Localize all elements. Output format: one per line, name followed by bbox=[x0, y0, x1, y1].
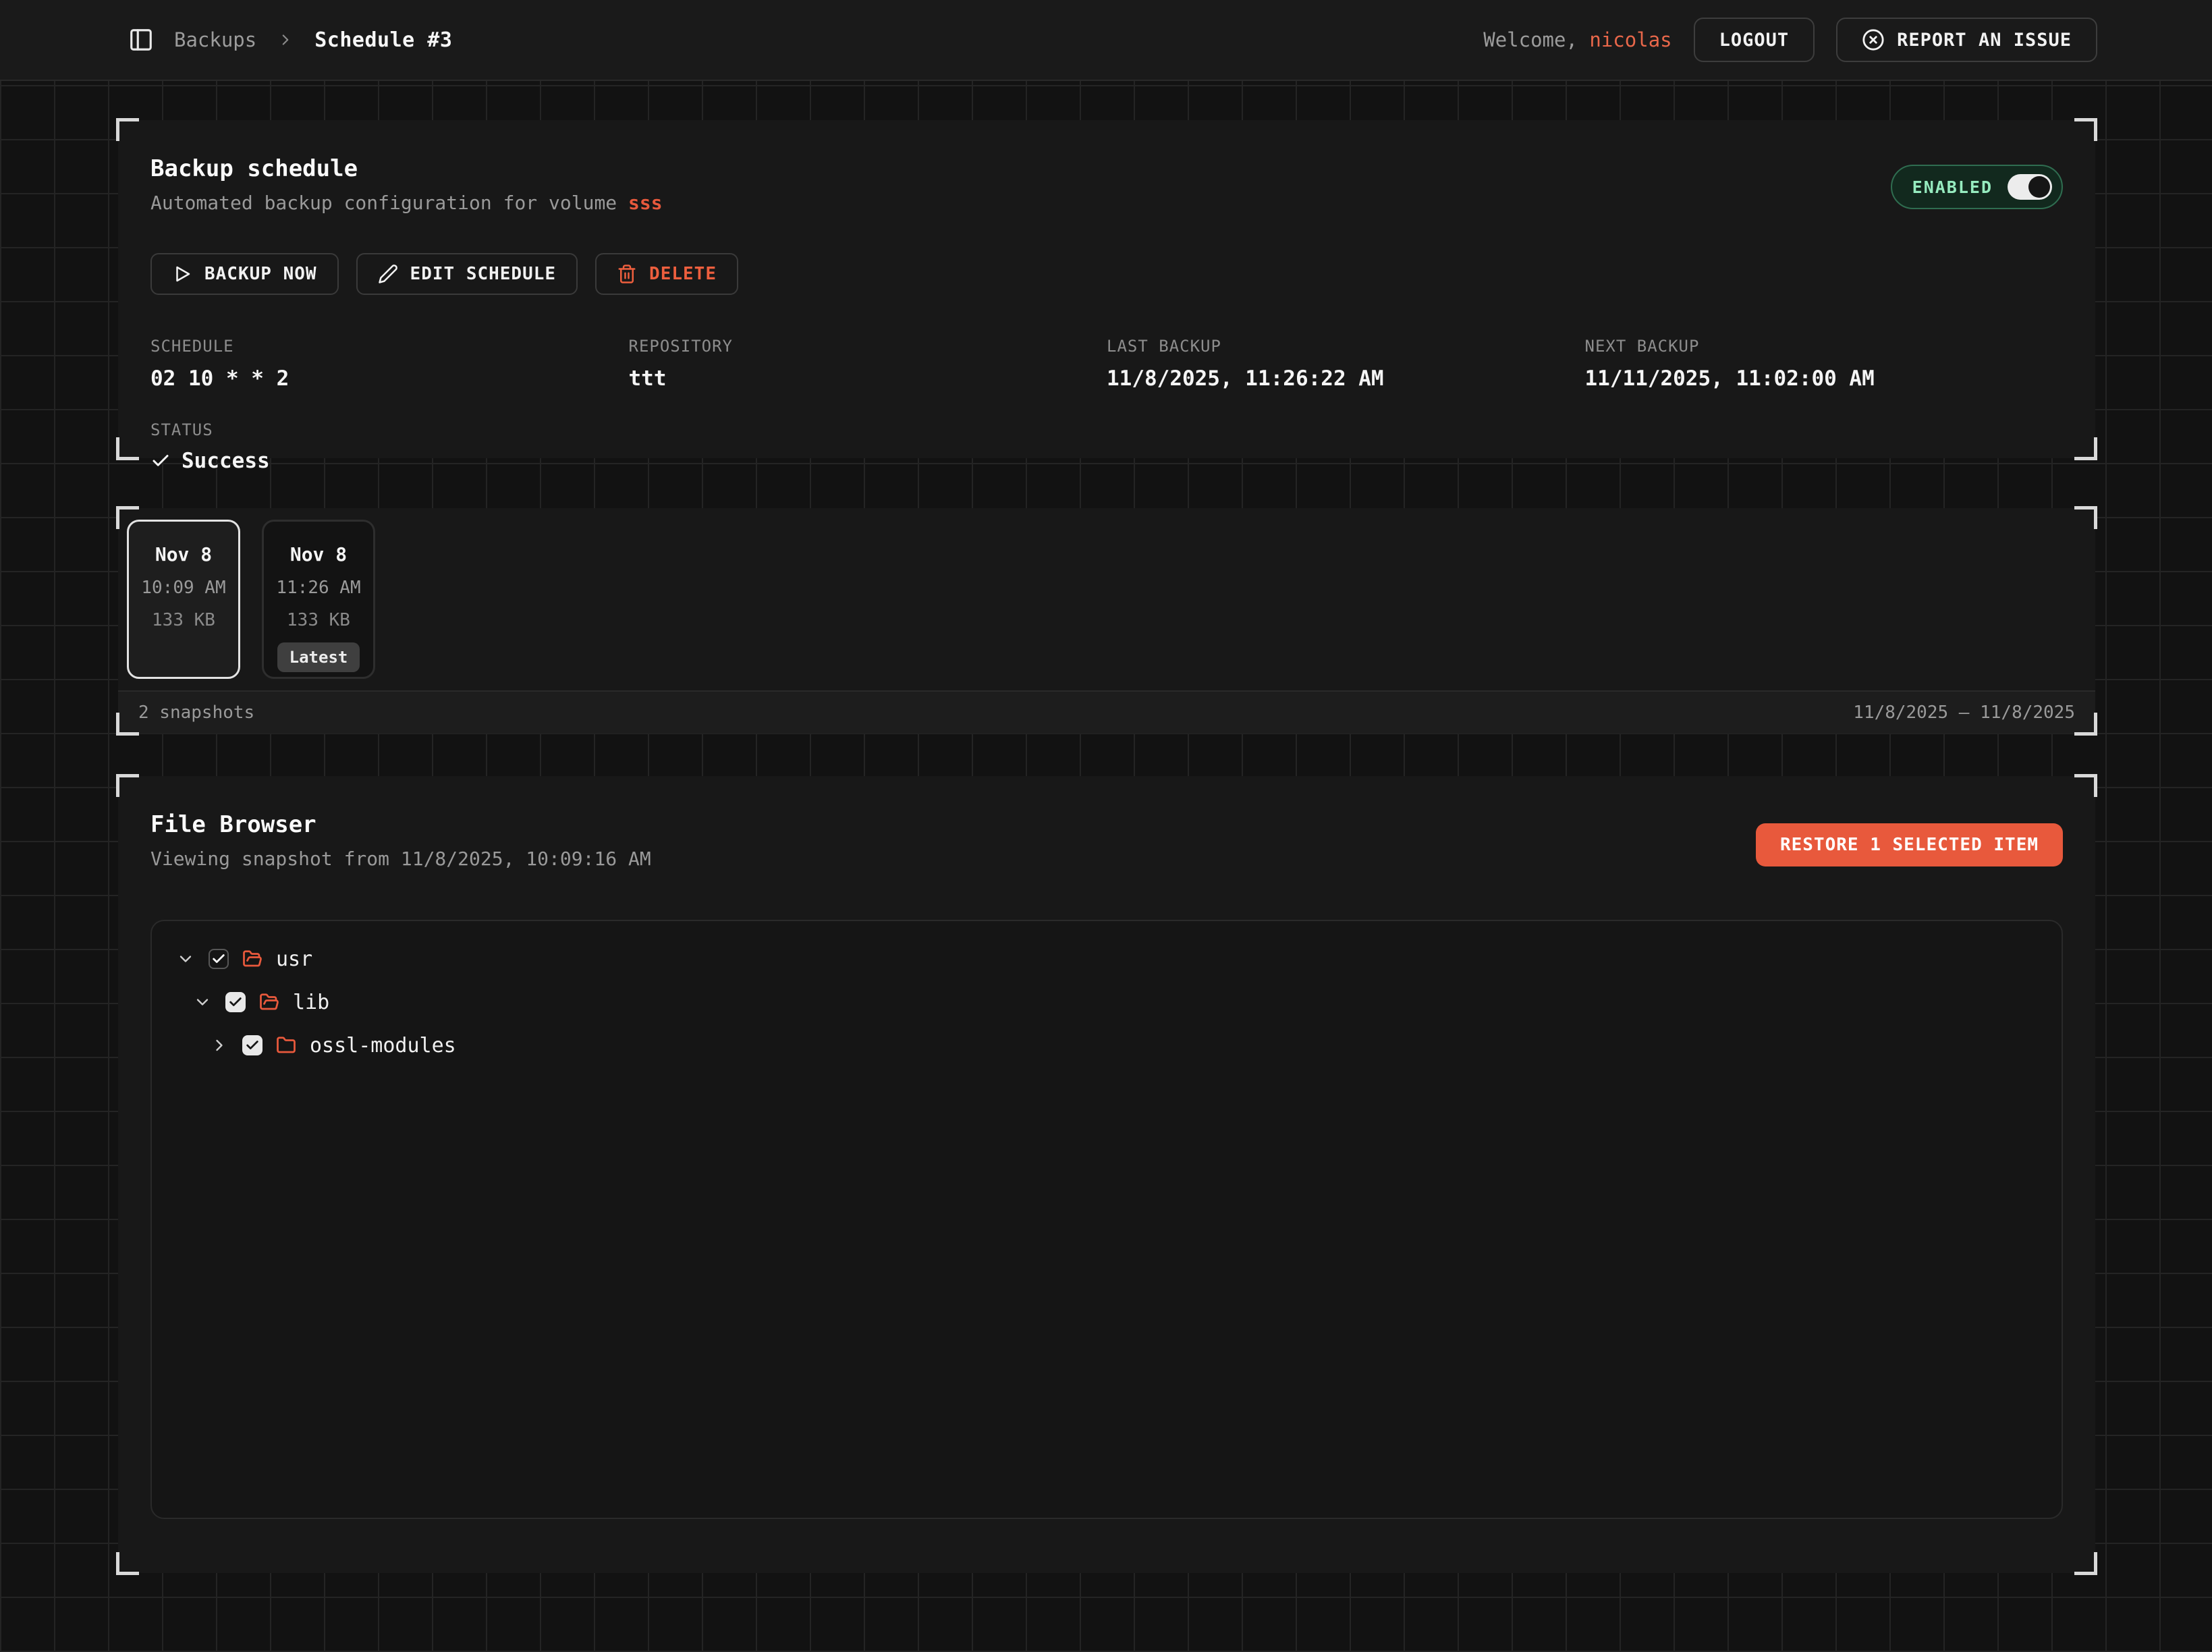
field-next-backup: NEXT BACKUP 11/11/2025, 11:02:00 AM bbox=[1585, 337, 2064, 391]
delete-button[interactable]: DELETE bbox=[595, 253, 738, 295]
field-value: 11/11/2025, 11:02:00 AM bbox=[1585, 366, 2064, 391]
field-last-backup: LAST BACKUP 11/8/2025, 11:26:22 AM bbox=[1107, 337, 1585, 391]
restore-selected-label: RESTORE 1 SELECTED ITEM bbox=[1780, 835, 2039, 855]
breadcrumb: Backups Schedule #3 bbox=[128, 27, 452, 53]
welcome-prefix: Welcome, bbox=[1483, 28, 1589, 51]
snapshot-count: 2 snapshots bbox=[138, 703, 254, 723]
card-title: Backup schedule bbox=[150, 155, 663, 182]
enabled-toggle-pill[interactable]: ENABLED bbox=[1891, 165, 2063, 209]
enabled-label: ENABLED bbox=[1912, 177, 1993, 197]
switch-knob bbox=[2028, 176, 2050, 198]
snapshot-size: 133 KB bbox=[287, 610, 350, 630]
folder-open-icon bbox=[242, 949, 262, 969]
corner-bracket bbox=[2074, 437, 2097, 460]
field-label: SCHEDULE bbox=[150, 337, 629, 356]
tree-item-name: ossl-modules bbox=[310, 1034, 456, 1057]
checkbox-checked[interactable] bbox=[242, 1035, 262, 1055]
backup-now-button[interactable]: BACKUP NOW bbox=[150, 253, 339, 295]
restore-selected-button[interactable]: RESTORE 1 SELECTED ITEM bbox=[1756, 823, 2063, 866]
field-label: NEXT BACKUP bbox=[1585, 337, 2064, 356]
main-content: Backup schedule Automated backup configu… bbox=[0, 81, 2212, 1652]
pencil-icon bbox=[378, 264, 398, 284]
snapshot-list: Nov 8 10:09 AM 133 KB Nov 8 11:26 AM 133… bbox=[118, 508, 2095, 690]
card-subtitle: Automated backup configuration for volum… bbox=[150, 192, 663, 214]
welcome-text: Welcome, nicolas bbox=[1483, 28, 1671, 51]
breadcrumb-current-page: Schedule #3 bbox=[314, 28, 452, 52]
status-label: STATUS bbox=[150, 420, 2063, 439]
folder-open-icon bbox=[259, 992, 279, 1012]
field-label: REPOSITORY bbox=[629, 337, 1107, 356]
tree-item-name: usr bbox=[276, 947, 312, 971]
chevron-right-icon bbox=[277, 31, 294, 49]
chevron-down-icon[interactable] bbox=[193, 993, 212, 1012]
volume-name: sss bbox=[628, 192, 663, 214]
field-label: LAST BACKUP bbox=[1107, 337, 1585, 356]
file-browser-subtitle: Viewing snapshot from 11/8/2025, 10:09:1… bbox=[150, 848, 651, 870]
corner-bracket bbox=[2074, 1552, 2097, 1575]
folder-icon bbox=[276, 1035, 296, 1055]
snapshot-time: 11:26 AM bbox=[276, 578, 360, 598]
field-value: 02 10 * * 2 bbox=[150, 366, 629, 391]
file-browser-card: File Browser Viewing snapshot from 11/8/… bbox=[118, 776, 2095, 1573]
edit-schedule-label: EDIT SCHEDULE bbox=[410, 264, 557, 284]
snapshot-card-selected[interactable]: Nov 8 10:09 AM 133 KB bbox=[127, 520, 240, 679]
tree-row-lib[interactable]: lib bbox=[176, 981, 2037, 1024]
logout-button[interactable]: LOGOUT bbox=[1694, 18, 1815, 62]
file-browser-title: File Browser bbox=[150, 811, 651, 838]
circle-x-icon bbox=[1862, 28, 1885, 51]
snapshot-card[interactable]: Nov 8 11:26 AM 133 KB Latest bbox=[262, 520, 375, 679]
panel-left-icon bbox=[128, 27, 154, 53]
corner-bracket bbox=[116, 437, 139, 460]
checkbox-checked[interactable] bbox=[225, 992, 246, 1012]
status-value: Success bbox=[182, 449, 270, 473]
subtitle-prefix: Automated backup configuration for volum… bbox=[150, 192, 628, 214]
trash-icon bbox=[617, 264, 637, 284]
backup-schedule-card: Backup schedule Automated backup configu… bbox=[118, 120, 2095, 458]
backup-now-label: BACKUP NOW bbox=[204, 264, 317, 284]
tree-row-ossl-modules[interactable]: ossl-modules bbox=[176, 1024, 2037, 1067]
sidebar-toggle-button[interactable] bbox=[128, 27, 154, 53]
tree-item-name: lib bbox=[293, 991, 329, 1014]
schedule-fields: SCHEDULE 02 10 * * 2 REPOSITORY ttt LAST… bbox=[150, 337, 2063, 391]
checkbox-checked[interactable] bbox=[209, 949, 229, 969]
enabled-switch[interactable] bbox=[2008, 174, 2052, 200]
report-issue-button[interactable]: REPORT AN ISSUE bbox=[1836, 18, 2097, 62]
corner-bracket bbox=[116, 774, 139, 797]
edit-schedule-button[interactable]: EDIT SCHEDULE bbox=[356, 253, 578, 295]
snapshot-date: Nov 8 bbox=[155, 543, 212, 566]
username: nicolas bbox=[1589, 28, 1671, 51]
snapshot-time: 10:09 AM bbox=[141, 578, 225, 598]
latest-badge: Latest bbox=[277, 642, 360, 672]
field-schedule: SCHEDULE 02 10 * * 2 bbox=[150, 337, 629, 391]
snapshot-size: 133 KB bbox=[152, 610, 215, 630]
logout-button-label: LOGOUT bbox=[1719, 30, 1790, 51]
delete-label: DELETE bbox=[649, 264, 717, 284]
file-tree: usr lib bbox=[150, 920, 2063, 1519]
snapshots-footer: 2 snapshots 11/8/2025 – 11/8/2025 bbox=[118, 690, 2095, 734]
report-issue-button-label: REPORT AN ISSUE bbox=[1897, 30, 2072, 51]
snapshot-date: Nov 8 bbox=[290, 543, 347, 566]
field-value: 11/8/2025, 11:26:22 AM bbox=[1107, 366, 1585, 391]
field-value: ttt bbox=[629, 366, 1107, 391]
chevron-right-icon[interactable] bbox=[210, 1036, 229, 1055]
tree-row-usr[interactable]: usr bbox=[176, 937, 2037, 981]
field-status: STATUS Success bbox=[150, 420, 2063, 473]
field-repository: REPOSITORY ttt bbox=[629, 337, 1107, 391]
snapshot-date-range: 11/8/2025 – 11/8/2025 bbox=[1853, 703, 2075, 723]
snapshots-card: Nov 8 10:09 AM 133 KB Nov 8 11:26 AM 133… bbox=[118, 508, 2095, 734]
breadcrumb-section[interactable]: Backups bbox=[174, 28, 256, 51]
corner-bracket bbox=[2074, 774, 2097, 797]
corner-bracket bbox=[116, 1552, 139, 1575]
topbar-actions: Welcome, nicolas LOGOUT REPORT AN ISSUE bbox=[1483, 18, 2097, 62]
corner-bracket bbox=[2074, 118, 2097, 141]
topbar: Backups Schedule #3 Welcome, nicolas LOG… bbox=[0, 0, 2212, 81]
corner-bracket bbox=[116, 118, 139, 141]
check-icon bbox=[150, 451, 171, 471]
play-icon bbox=[172, 264, 192, 284]
chevron-down-icon[interactable] bbox=[176, 949, 195, 968]
